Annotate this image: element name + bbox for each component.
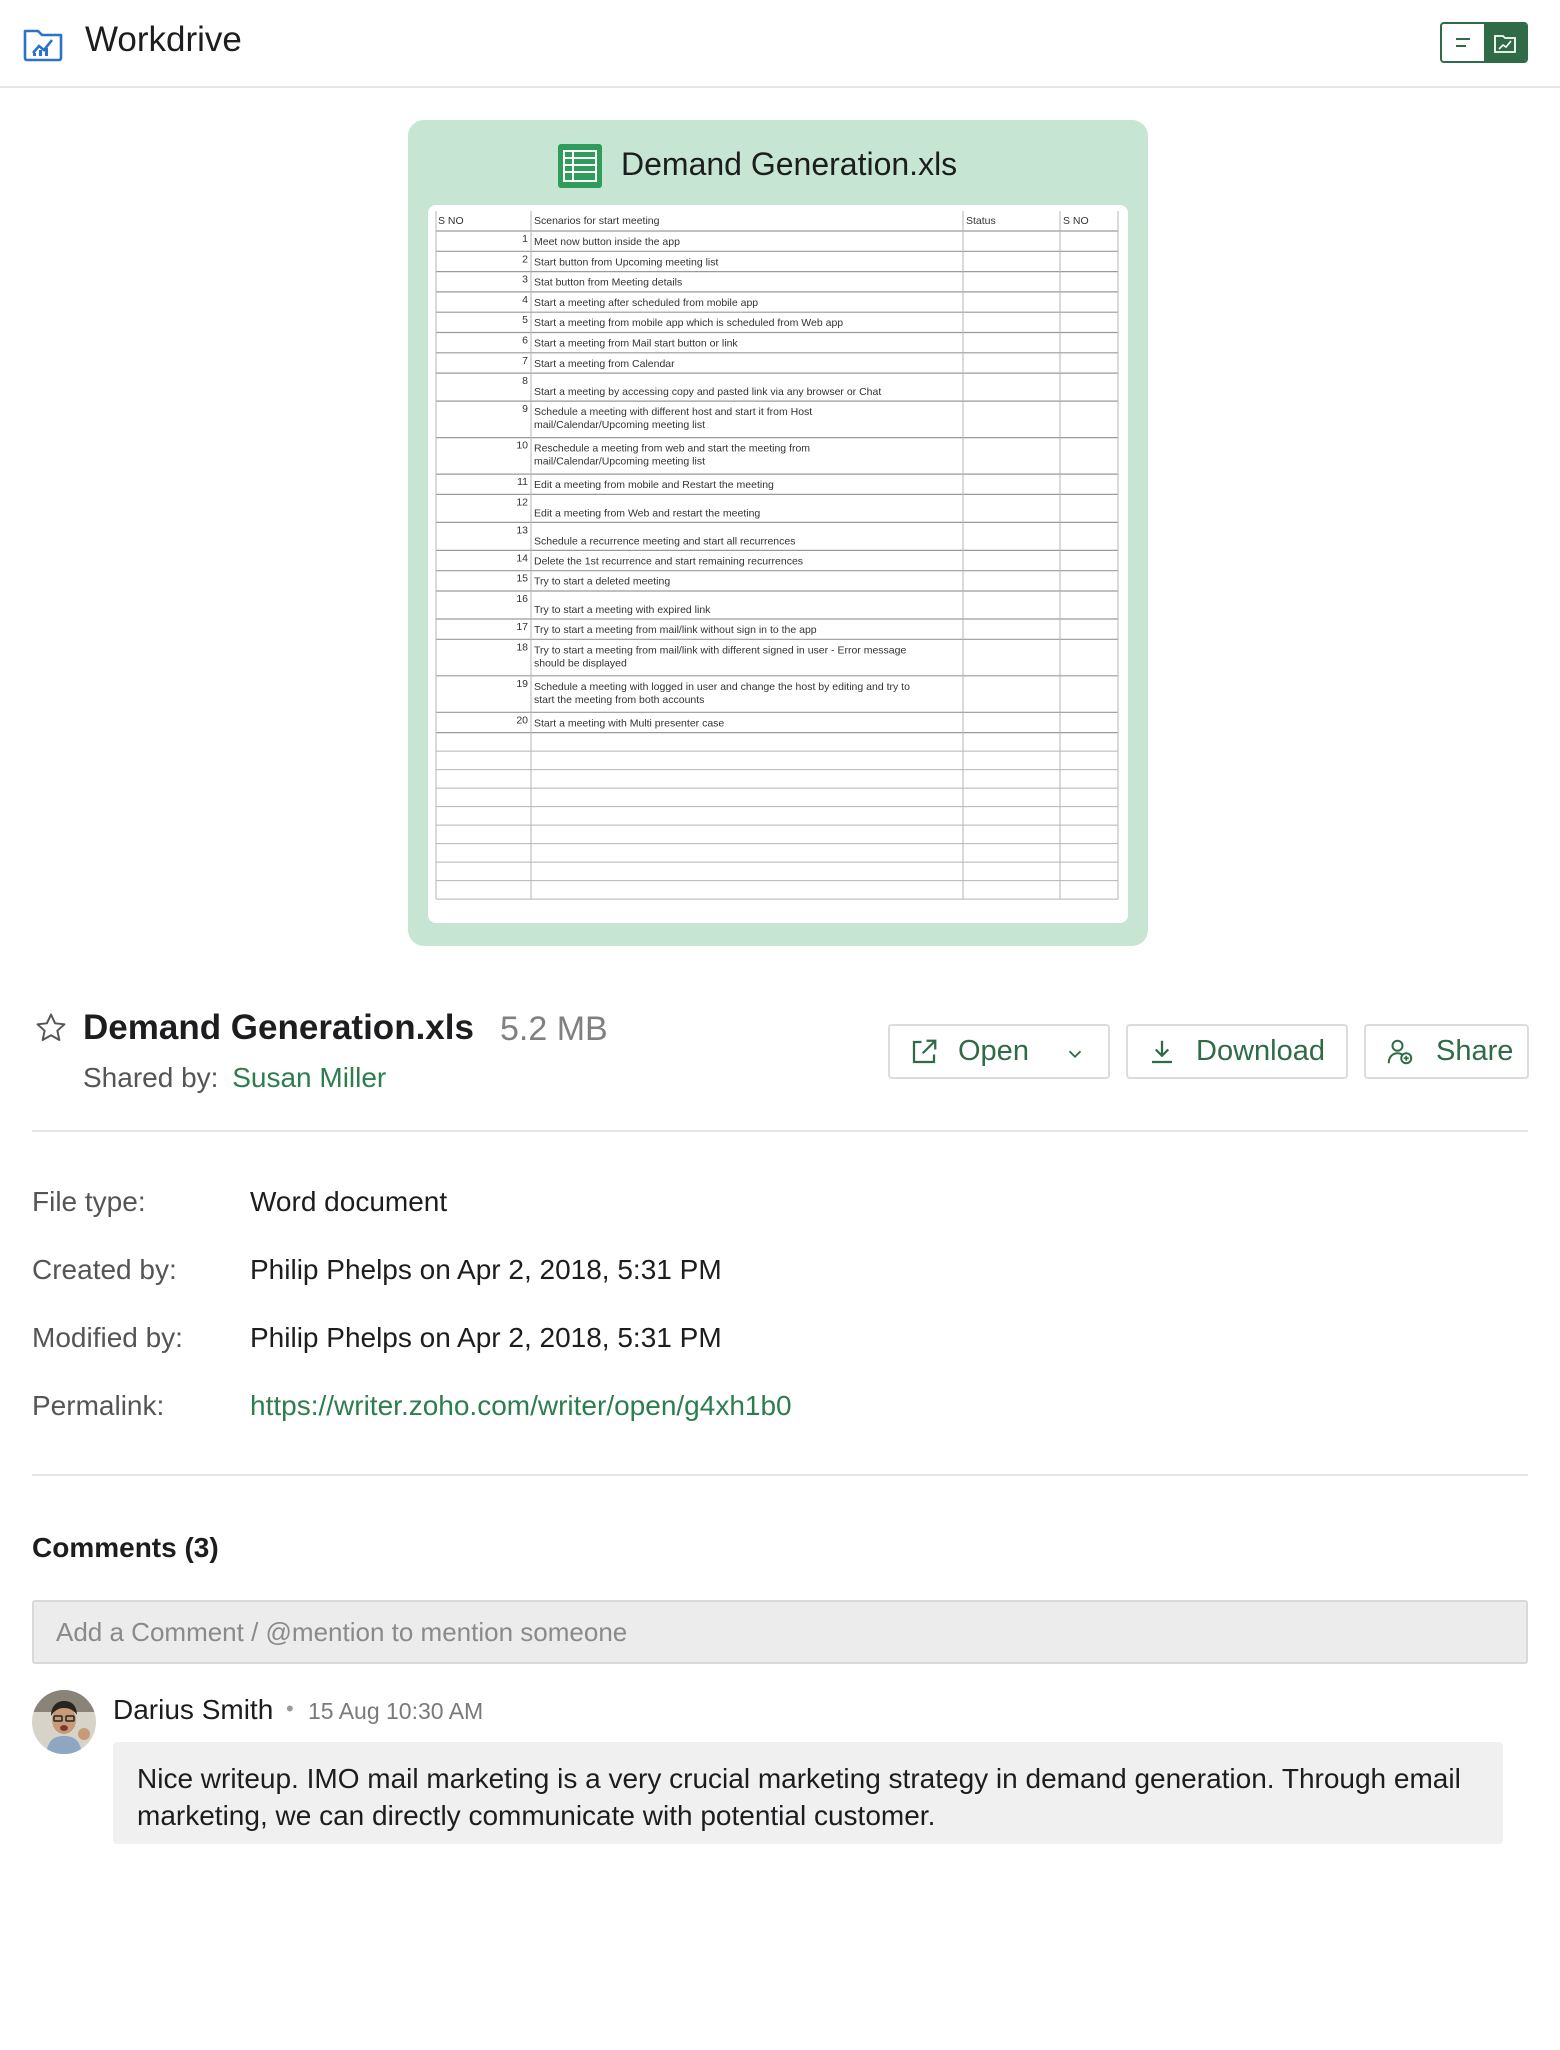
sheet-row-text: Start button from Upcoming meeting list	[534, 256, 718, 268]
property-label: File type:	[32, 1186, 146, 1217]
sheet-row-number: 4	[522, 294, 528, 306]
sheet-row-number: 1	[522, 233, 528, 245]
property-label: Permalink:	[32, 1390, 165, 1421]
file-properties: File type: Word document Created by: Phi…	[32, 1180, 1432, 1452]
sheet-row-text: mail/Calendar/Upcoming meeting list	[534, 419, 705, 431]
sheet-row-number: 10	[516, 440, 528, 452]
sheet-row-number: 16	[516, 593, 528, 605]
share-button[interactable]: Share	[1364, 1024, 1529, 1079]
permalink-link[interactable]: https://writer.zoho.com/writer/open/g4xh…	[250, 1390, 792, 1422]
comment-input[interactable]	[32, 1600, 1528, 1664]
sheet-row-text: Start a meeting by accessing copy and pa…	[534, 386, 881, 398]
property-permalink: Permalink: https://writer.zoho.com/write…	[32, 1384, 1432, 1452]
sheet-header-cell: S NO	[1063, 215, 1089, 227]
sheet-row-text: Start a meeting with Multi presenter cas…	[534, 717, 724, 729]
comment-timestamp: 15 Aug 10:30 AM	[308, 1698, 484, 1724]
external-link-icon	[908, 1036, 940, 1068]
comment-separator: •	[286, 1696, 294, 1721]
sheet-row-number: 13	[516, 524, 528, 536]
star-icon[interactable]	[34, 1011, 68, 1045]
sheet-row-text: Try to start a meeting from mail/link wi…	[534, 644, 906, 656]
folder-chart-icon[interactable]	[22, 23, 64, 63]
app-title: Workdrive	[85, 20, 242, 59]
list-view-icon[interactable]	[1442, 24, 1484, 61]
sheet-row-text: Reschedule a meeting from web and start …	[534, 443, 810, 455]
spreadsheet-grid: S NO Scenarios for start meeting Status S N…	[435, 211, 1119, 900]
download-button-label: Download	[1196, 1035, 1325, 1067]
sheet-row-number: 15	[516, 573, 528, 585]
preview-view-icon[interactable]	[1484, 24, 1526, 61]
sheet-row-text: Try to start a meeting from mail/link wi…	[534, 624, 817, 636]
property-value: Philip Phelps on Apr 2, 2018, 5:31 PM	[250, 1322, 722, 1353]
property-modified-by: Modified by: Philip Phelps on Apr 2, 201…	[32, 1316, 1432, 1384]
divider	[32, 1474, 1528, 1476]
property-label: Created by:	[32, 1254, 177, 1285]
sheet-row-text: mail/Calendar/Upcoming meeting list	[534, 456, 705, 468]
sheet-row-text: should be displayed	[534, 657, 627, 669]
sheet-row-number: 6	[522, 335, 528, 347]
sheet-row-number: 7	[522, 355, 528, 367]
sheet-row-number: 5	[522, 314, 528, 326]
file-size: 5.2 MB	[500, 1010, 608, 1048]
property-label: Modified by:	[32, 1322, 183, 1353]
sheet-row-number: 14	[516, 552, 528, 564]
download-icon	[1146, 1036, 1178, 1068]
user-avatar-icon[interactable]	[32, 1690, 96, 1754]
comments-title: Comments (3)	[32, 1532, 219, 1563]
divider	[32, 1130, 1528, 1132]
open-button[interactable]: Open	[888, 1024, 1110, 1079]
property-file-type: File type: Word document	[32, 1180, 1432, 1248]
share-user-icon	[1384, 1036, 1416, 1068]
share-button-label: Share	[1436, 1035, 1514, 1067]
sheet-row-text: Schedule a recurrence meeting and start …	[534, 535, 795, 547]
sheet-row-number: 11	[517, 476, 528, 488]
sheet-row-text: Meet now button inside the app	[534, 236, 680, 248]
sheet-row-number: 18	[516, 641, 528, 653]
open-button-label: Open	[958, 1035, 1029, 1067]
sheet-row-text: Edit a meeting from Web and restart the …	[534, 507, 760, 519]
preview-file-name: Demand Generation.xls	[621, 146, 958, 182]
sheet-row-number: 19	[516, 678, 528, 690]
sheet-row-number: 17	[516, 621, 528, 633]
property-value: Philip Phelps on Apr 2, 2018, 5:31 PM	[250, 1254, 722, 1285]
sheet-row-text: Start a meeting after scheduled from mob…	[534, 297, 758, 309]
sheet-row-text: Edit a meeting from mobile and Restart t…	[534, 479, 774, 491]
sheet-row-text: Schedule a meeting with different host a…	[534, 406, 812, 418]
sheet-header-cell: Status	[966, 215, 996, 227]
comment-author[interactable]: Darius Smith	[113, 1694, 273, 1726]
property-created-by: Created by: Philip Phelps on Apr 2, 2018…	[32, 1248, 1432, 1316]
sheet-row-text: Delete the 1st recurrence and start rema…	[534, 555, 803, 567]
sheet-row-number: 9	[522, 403, 528, 415]
sheet-row-number: 3	[522, 274, 528, 286]
file-preview[interactable]: Demand Generation.xls S NO Scenarios for …	[408, 120, 1148, 946]
sheet-header-cell: S NO	[438, 215, 464, 227]
file-name: Demand Generation.xls	[83, 1008, 474, 1047]
sheet-row-text: Start a meeting from Mail start button o…	[534, 338, 738, 350]
spreadsheet-icon	[556, 142, 604, 190]
sheet-row-number: 2	[522, 253, 528, 265]
sheet-row-text: Schedule a meeting with logged in user a…	[534, 681, 910, 693]
sheet-row-text: Try to start a deleted meeting	[534, 576, 670, 588]
sheet-row-text: start the meeting from both accounts	[534, 694, 704, 706]
sheet-row-number: 20	[516, 714, 528, 726]
sheet-row-text: Stat button from Meeting details	[534, 277, 682, 289]
download-button[interactable]: Download	[1126, 1024, 1348, 1079]
shared-by-label: Shared by:	[83, 1062, 219, 1093]
view-toggle	[1440, 22, 1528, 63]
app-header: Workdrive	[0, 0, 1560, 88]
sheet-row-number: 8	[522, 375, 528, 387]
sheet-row-text: Start a meeting from mobile app which is…	[534, 317, 843, 329]
shared-by-user-link[interactable]: Susan Miller	[232, 1062, 386, 1093]
sheet-row-text: Try to start a meeting with expired link	[534, 604, 711, 616]
sheet-row-text: Start a meeting from Calendar	[534, 358, 675, 370]
comment-text: Nice writeup. IMO mail marketing is a ve…	[113, 1742, 1503, 1844]
property-value: Word document	[250, 1186, 448, 1217]
chevron-down-icon[interactable]	[1064, 1040, 1086, 1062]
sheet-header-cell: Scenarios for start meeting	[534, 215, 660, 227]
sheet-row-number: 12	[516, 496, 528, 508]
preview-header: Demand Generation.xls	[408, 138, 1148, 194]
shared-by-row: Shared by: Susan Miller	[83, 1062, 386, 1094]
spreadsheet-thumbnail: S NO Scenarios for start meeting Status S N…	[428, 205, 1128, 923]
